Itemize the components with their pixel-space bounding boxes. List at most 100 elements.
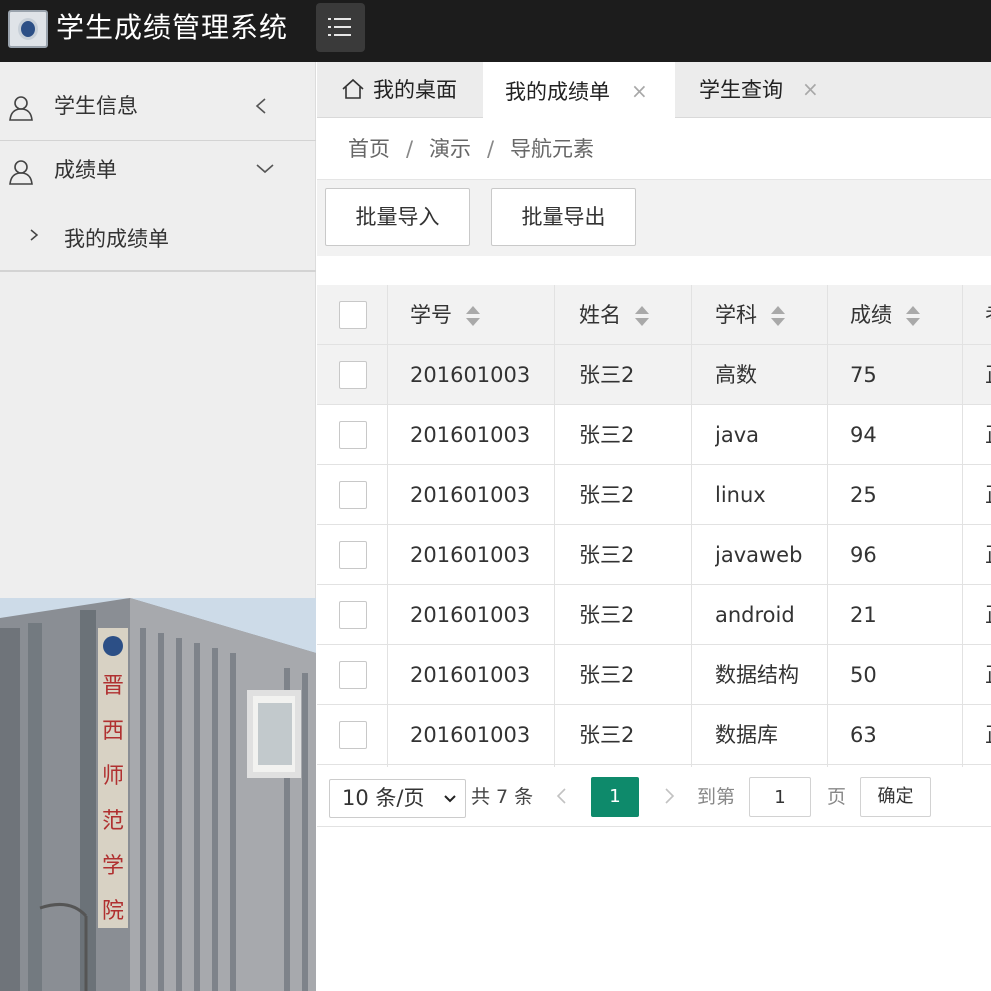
breadcrumb-separator: /: [406, 137, 414, 161]
sidebar-item-grades[interactable]: 成绩单: [0, 141, 316, 203]
confirm-button[interactable]: 确定: [860, 777, 931, 817]
table-row[interactable]: 201601003 张三2 java 94 正: [317, 405, 991, 465]
next-page-icon[interactable]: [662, 781, 676, 817]
select-all-checkbox[interactable]: [339, 301, 367, 329]
top-header: 学生成绩管理系统: [0, 0, 991, 62]
tab-student-query[interactable]: 学生查询 ×: [675, 62, 841, 118]
cell-score: 96: [850, 543, 877, 567]
breadcrumb-current: 导航元素: [510, 137, 594, 161]
table-header-row: 学号 姓名 学科 成绩 考: [317, 285, 991, 345]
chevron-down-icon: [254, 155, 276, 185]
table-row[interactable]: 201601003 张三2 数据库 63 正: [317, 705, 991, 765]
row-checkbox[interactable]: [339, 661, 367, 689]
current-page-button[interactable]: 1: [591, 777, 639, 817]
row-checkbox[interactable]: [339, 481, 367, 509]
cell-exam: 正: [985, 405, 991, 465]
sort-icon[interactable]: [906, 305, 920, 327]
table-row[interactable]: 201601003 张三2 android 21 正: [317, 585, 991, 645]
cell-student-id: 201601003: [410, 543, 531, 567]
goto-page-input[interactable]: [749, 777, 811, 817]
table-row[interactable]: 201601003 张三2 linux 25 正: [317, 465, 991, 525]
home-icon: [342, 78, 364, 99]
close-icon[interactable]: ×: [631, 79, 648, 103]
tab-bar: 我的桌面 我的成绩单 × 学生查询 ×: [317, 62, 991, 118]
cell-name: 张三2: [579, 603, 635, 627]
row-checkbox[interactable]: [339, 721, 367, 749]
sidebar-subitem-label: 我的成绩单: [64, 227, 169, 251]
batch-export-button[interactable]: 批量导出: [491, 188, 636, 246]
tab-label: 学生查询: [699, 78, 783, 102]
breadcrumb-demo[interactable]: 演示: [429, 134, 471, 164]
cell-name: 张三2: [579, 723, 635, 747]
batch-import-button[interactable]: 批量导入: [325, 188, 470, 246]
cell-name: 张三2: [579, 363, 635, 387]
cell-student-id: 201601003: [410, 663, 531, 687]
table-row[interactable]: 201601003 张三2 javaweb 96 正: [317, 525, 991, 585]
column-divider: [387, 285, 388, 767]
sidebar-item-student-info[interactable]: 学生信息: [0, 77, 316, 139]
svg-text:范: 范: [102, 809, 124, 834]
table-row[interactable]: 201601003 张三2 数据结构 50 正: [317, 645, 991, 705]
school-logo: [8, 10, 48, 48]
sort-icon[interactable]: [771, 305, 785, 327]
close-icon[interactable]: ×: [802, 77, 819, 101]
user-icon: [9, 96, 33, 121]
pagination: 10 条/页 共 7 条 1 到第 页 确定: [317, 767, 991, 827]
cell-score: 21: [850, 603, 877, 627]
cell-exam: 正: [985, 465, 991, 525]
table-row[interactable]: 201601003 张三2 高数 75 正: [317, 345, 991, 405]
sort-icon[interactable]: [635, 305, 649, 327]
svg-text:师: 师: [102, 764, 124, 789]
tab-my-grades[interactable]: 我的成绩单 ×: [483, 62, 675, 118]
column-divider: [691, 285, 692, 767]
page-size-select[interactable]: 10 条/页: [329, 779, 466, 818]
cell-exam: 正: [985, 645, 991, 705]
sidebar-subitem-my-grades[interactable]: 我的成绩单: [0, 207, 316, 271]
cell-exam: 正: [985, 345, 991, 405]
cell-subject: linux: [715, 483, 766, 507]
column-header-name[interactable]: 姓名: [579, 285, 649, 345]
cell-student-id: 201601003: [410, 603, 531, 627]
cell-subject: 高数: [715, 363, 757, 387]
svg-text:晋: 晋: [102, 674, 124, 699]
menu-toggle-button[interactable]: [316, 3, 365, 52]
cell-name: 张三2: [579, 543, 635, 567]
cell-name: 张三2: [579, 663, 635, 687]
cell-score: 50: [850, 663, 877, 687]
prev-page-icon[interactable]: [555, 781, 569, 817]
cell-score: 63: [850, 723, 877, 747]
cell-student-id: 201601003: [410, 423, 531, 447]
row-checkbox[interactable]: [339, 541, 367, 569]
cell-score: 94: [850, 423, 877, 447]
svg-text:学: 学: [102, 854, 124, 879]
app-title: 学生成绩管理系统: [56, 11, 289, 44]
spacer: [317, 256, 991, 285]
cell-name: 张三2: [579, 423, 635, 447]
column-divider: [554, 285, 555, 767]
grades-table: 学号 姓名 学科 成绩 考 201601003 张三2 高数 75 正 2016…: [317, 285, 991, 827]
row-checkbox[interactable]: [339, 361, 367, 389]
goto-label: 到第: [697, 786, 736, 808]
sidebar-divider: [0, 270, 316, 272]
column-header-score[interactable]: 成绩: [850, 285, 920, 345]
row-checkbox[interactable]: [339, 601, 367, 629]
cell-exam: 正: [985, 705, 991, 765]
cell-subject: javaweb: [715, 543, 803, 567]
breadcrumb: 首页 / 演示 / 导航元素: [317, 118, 991, 180]
cell-exam: 正: [985, 525, 991, 585]
tab-my-desktop[interactable]: 我的桌面: [317, 62, 483, 118]
svg-text:院: 院: [102, 899, 124, 924]
cell-subject: java: [715, 423, 759, 447]
column-header-subject[interactable]: 学科: [715, 285, 785, 345]
page-suffix-label: 页: [827, 786, 847, 808]
breadcrumb-home[interactable]: 首页: [348, 134, 390, 164]
column-divider: [827, 285, 828, 767]
chevron-left-icon: [254, 91, 276, 121]
total-count: 共 7 条: [471, 786, 534, 808]
column-header-student-id[interactable]: 学号: [410, 285, 480, 345]
column-header-exam[interactable]: 考: [985, 285, 991, 345]
breadcrumb-separator: /: [487, 137, 495, 161]
sort-icon[interactable]: [466, 305, 480, 327]
row-checkbox[interactable]: [339, 421, 367, 449]
chevron-down-icon: [443, 781, 457, 830]
